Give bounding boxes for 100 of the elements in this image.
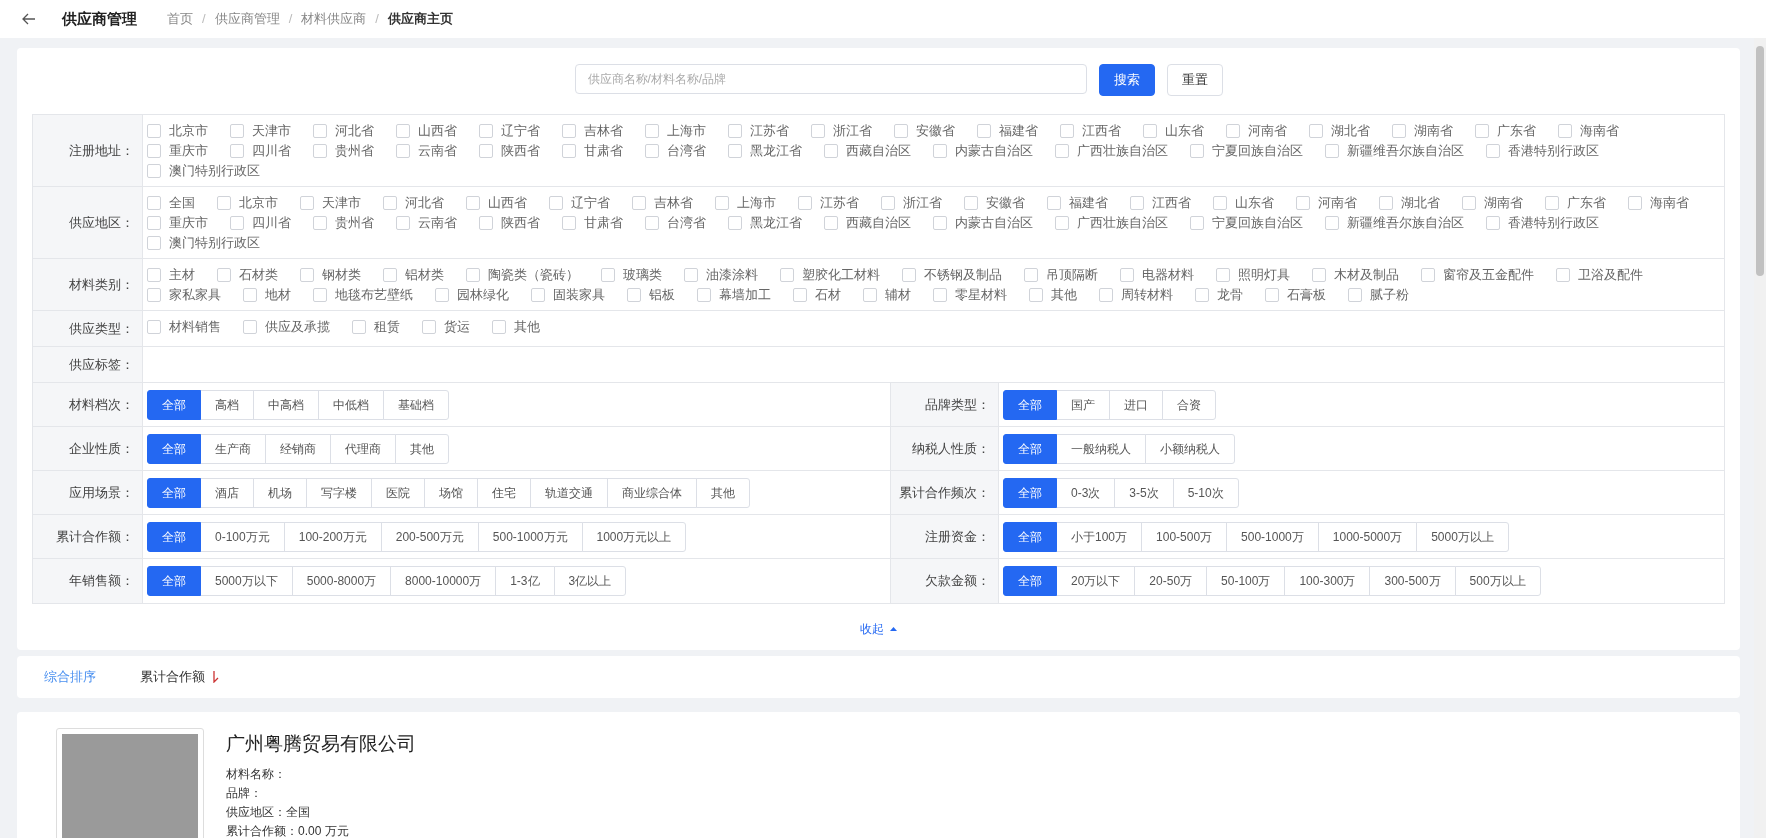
checkbox[interactable] (1392, 123, 1406, 138)
filter-segment[interactable]: 生产商 (200, 433, 266, 464)
filter-segment[interactable]: 20万以下 (1056, 566, 1136, 596)
breadcrumb-item[interactable]: 首页 (167, 9, 193, 29)
filter-segment[interactable]: 100-500万 (1141, 521, 1228, 552)
filter-segment[interactable]: 其他 (395, 433, 449, 464)
checkbox-option[interactable]: 安徽省 (964, 193, 1025, 212)
checkbox[interactable] (645, 215, 659, 230)
checkbox-option[interactable]: 甘肃省 (562, 141, 623, 160)
breadcrumb-item[interactable]: 供应商管理 (214, 9, 280, 29)
filter-segment[interactable]: 500-1000万元 (477, 521, 583, 552)
checkbox-option[interactable]: 江西省 (1130, 193, 1191, 212)
checkbox[interactable] (824, 215, 838, 230)
checkbox-option[interactable]: 江苏省 (798, 193, 859, 212)
checkbox-option[interactable]: 卫浴及配件 (1556, 265, 1643, 284)
filter-segment[interactable]: 中高档 (253, 389, 319, 420)
filter-segment[interactable]: 1000-5000万 (1317, 521, 1418, 552)
checkbox-option[interactable]: 内蒙古自治区 (933, 213, 1033, 232)
filter-segment[interactable]: 全部 (1003, 566, 1057, 596)
checkbox[interactable] (1558, 123, 1572, 138)
checkbox[interactable] (1190, 215, 1204, 230)
checkbox-option[interactable]: 山东省 (1143, 121, 1204, 140)
checkbox[interactable] (300, 267, 314, 282)
checkbox[interactable] (1130, 195, 1144, 210)
checkbox[interactable] (1265, 287, 1279, 302)
checkbox-option[interactable]: 广东省 (1545, 193, 1606, 212)
checkbox[interactable] (1462, 195, 1476, 210)
checkbox[interactable] (479, 123, 493, 138)
checkbox-option[interactable]: 供应及承揽 (243, 317, 330, 336)
checkbox[interactable] (313, 143, 327, 158)
checkbox-option[interactable]: 浙江省 (881, 193, 942, 212)
filter-segment[interactable]: 全部 (1003, 433, 1057, 464)
checkbox-option[interactable]: 香港特别行政区 (1486, 213, 1599, 232)
checkbox[interactable] (243, 319, 257, 334)
checkbox-option[interactable]: 河北省 (313, 121, 374, 140)
checkbox[interactable] (396, 215, 410, 230)
sort-tab[interactable]: 综合排序 (44, 667, 96, 687)
checkbox[interactable] (1055, 215, 1069, 230)
filter-segment[interactable]: 0-100万元 (200, 521, 285, 552)
checkbox-option[interactable]: 云南省 (396, 141, 457, 160)
checkbox-option[interactable]: 江西省 (1060, 121, 1121, 140)
checkbox[interactable] (147, 163, 161, 178)
checkbox[interactable] (1029, 287, 1043, 302)
checkbox[interactable] (1213, 195, 1227, 210)
filter-segment[interactable]: 5000万以下 (200, 566, 293, 596)
checkbox[interactable] (977, 123, 991, 138)
checkbox-option[interactable]: 陕西省 (479, 213, 540, 232)
checkbox-option[interactable]: 浙江省 (811, 121, 872, 140)
checkbox-option[interactable]: 贵州省 (313, 213, 374, 232)
search-action-button[interactable]: 重置 (1166, 64, 1223, 96)
checkbox[interactable] (466, 267, 480, 282)
checkbox-option[interactable]: 地毯布艺壁纸 (313, 285, 413, 304)
sort-tab[interactable]: 累计合作额 (140, 667, 219, 687)
checkbox[interactable] (479, 215, 493, 230)
checkbox[interactable] (728, 143, 742, 158)
filter-segment[interactable]: 全部 (1003, 389, 1057, 420)
checkbox[interactable] (435, 287, 449, 302)
checkbox-option[interactable]: 窗帘及五金配件 (1421, 265, 1534, 284)
checkbox[interactable] (1226, 123, 1240, 138)
checkbox[interactable] (1348, 287, 1362, 302)
checkbox[interactable] (492, 319, 506, 334)
checkbox[interactable] (562, 143, 576, 158)
checkbox-option[interactable]: 江苏省 (728, 121, 789, 140)
filter-segment[interactable]: 20-50万 (1134, 566, 1208, 596)
checkbox[interactable] (645, 123, 659, 138)
checkbox-option[interactable]: 广西壮族自治区 (1055, 141, 1168, 160)
filter-segment[interactable]: 200-500万元 (380, 521, 479, 552)
checkbox[interactable] (1486, 215, 1500, 230)
filter-segment[interactable]: 5000万以上 (1416, 521, 1509, 552)
checkbox[interactable] (1475, 123, 1489, 138)
checkbox-option[interactable]: 石材类 (217, 265, 278, 284)
checkbox-option[interactable]: 海南省 (1558, 121, 1619, 140)
checkbox-option[interactable]: 钢材类 (300, 265, 361, 284)
filter-segment[interactable]: 1-3亿 (495, 566, 555, 596)
checkbox-option[interactable]: 山西省 (466, 193, 527, 212)
checkbox[interactable] (697, 287, 711, 302)
checkbox[interactable] (147, 123, 161, 138)
filter-segment[interactable]: 其他 (696, 477, 750, 508)
checkbox-option[interactable]: 照明灯具 (1216, 265, 1290, 284)
filter-segment[interactable]: 全部 (147, 433, 201, 464)
checkbox-option[interactable]: 吉林省 (632, 193, 693, 212)
checkbox[interactable] (811, 123, 825, 138)
checkbox[interactable] (824, 143, 838, 158)
checkbox[interactable] (147, 319, 161, 334)
filter-segment[interactable]: 3亿以上 (553, 566, 627, 596)
checkbox[interactable] (1545, 195, 1559, 210)
checkbox-option[interactable]: 吊顶隔断 (1024, 265, 1098, 284)
checkbox-option[interactable]: 石材 (793, 285, 841, 304)
checkbox-option[interactable]: 天津市 (300, 193, 361, 212)
checkbox[interactable] (1379, 195, 1393, 210)
checkbox[interactable] (147, 235, 161, 250)
checkbox[interactable] (531, 287, 545, 302)
checkbox-option[interactable]: 吉林省 (562, 121, 623, 140)
filter-segment[interactable]: 0-3次 (1056, 477, 1116, 508)
checkbox[interactable] (383, 195, 397, 210)
checkbox-option[interactable]: 重庆市 (147, 141, 208, 160)
checkbox-option[interactable]: 湖北省 (1309, 121, 1370, 140)
checkbox-option[interactable]: 河南省 (1226, 121, 1287, 140)
filter-segment[interactable]: 全部 (147, 521, 201, 552)
checkbox-option[interactable]: 四川省 (230, 213, 291, 232)
